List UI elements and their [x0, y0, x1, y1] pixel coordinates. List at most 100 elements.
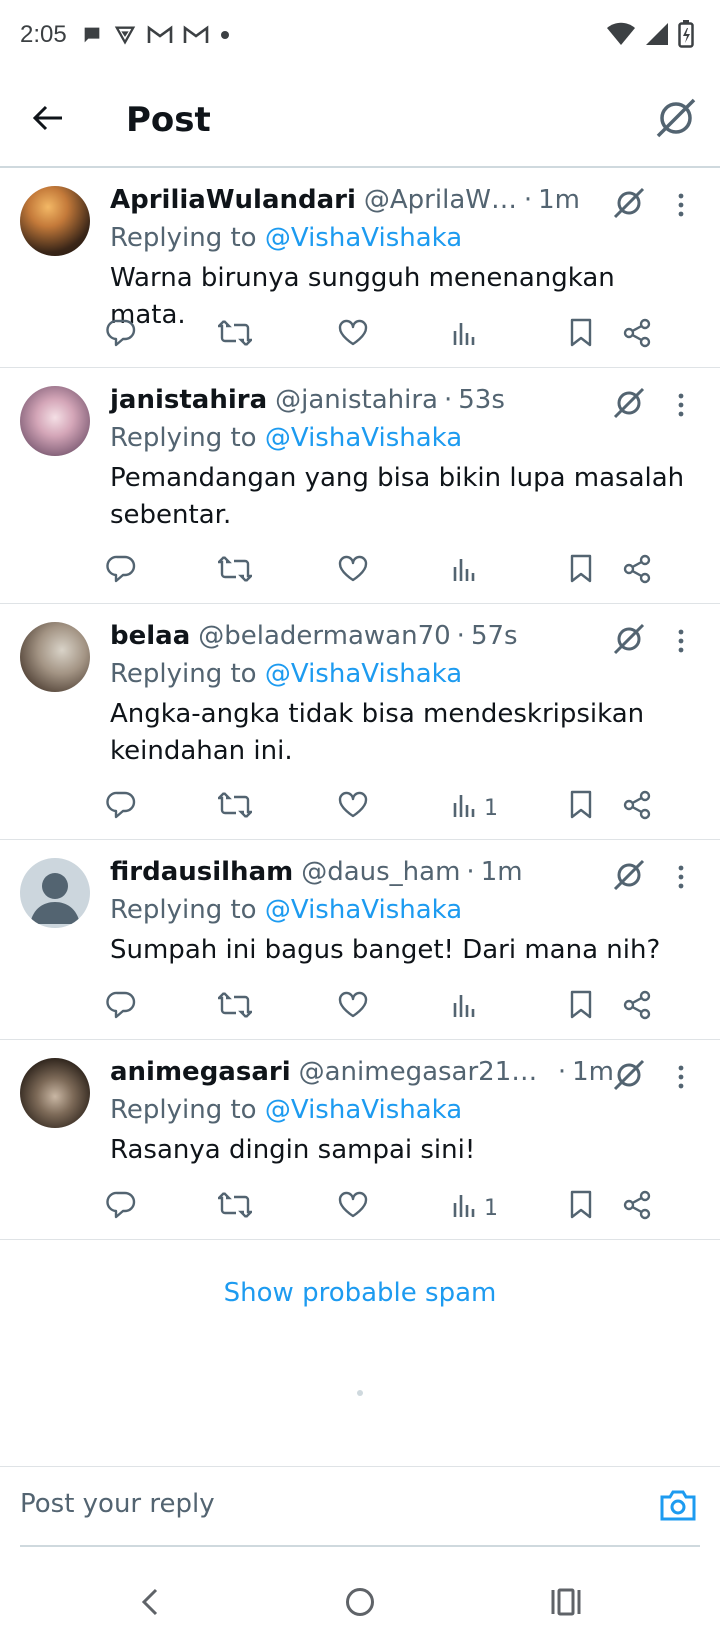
repost-button[interactable]	[216, 1186, 254, 1230]
views-count: 1	[484, 1195, 498, 1221]
loading-indicator	[357, 1390, 363, 1396]
timestamp[interactable]: 57s	[471, 618, 518, 654]
heart-icon	[338, 555, 368, 589]
bookmark-button[interactable]	[568, 1186, 594, 1230]
reply-item[interactable]: ApriliaWulandari@AprilaWlnd...·1mReplyin…	[0, 168, 720, 368]
user-handle[interactable]: @janistahira	[275, 382, 438, 418]
reply-button[interactable]	[106, 786, 136, 830]
camera-button[interactable]	[658, 1485, 698, 1525]
repost-button[interactable]	[216, 986, 254, 1030]
nav-recents-button[interactable]	[544, 1580, 588, 1624]
avatar[interactable]	[20, 386, 90, 456]
repost-button[interactable]	[216, 786, 254, 830]
grok-icon[interactable]	[612, 858, 646, 892]
timestamp[interactable]: 53s	[458, 382, 505, 418]
like-button[interactable]	[338, 786, 368, 830]
reply-icon	[106, 555, 136, 589]
reply-actions	[106, 986, 700, 1030]
replying-to-mention[interactable]: @VishaVishaka	[265, 895, 462, 925]
user-handle[interactable]: @animegasar21158	[299, 1054, 552, 1090]
like-button[interactable]	[338, 550, 368, 594]
bookmark-icon	[568, 1190, 594, 1226]
nav-back-icon	[141, 1588, 158, 1616]
replying-to-mention[interactable]: @VishaVishaka	[265, 423, 462, 453]
display-name[interactable]: belaa	[110, 618, 190, 654]
share-icon	[622, 990, 652, 1026]
like-button[interactable]	[338, 986, 368, 1030]
display-name[interactable]: firdausilham	[110, 854, 293, 890]
user-handle[interactable]: @beladermawan70	[198, 618, 450, 654]
repost-icon	[216, 555, 254, 589]
timestamp[interactable]: 1m	[572, 1054, 614, 1090]
bookmark-button[interactable]	[568, 786, 594, 830]
more-options-icon[interactable]	[666, 860, 696, 894]
like-button[interactable]	[338, 1186, 368, 1230]
more-options-icon[interactable]	[666, 1060, 696, 1094]
reply-body: belaa @beladermawan70 · 57s Replying to @Vis…	[110, 618, 700, 770]
reply-button[interactable]	[106, 314, 136, 358]
replying-to-mention[interactable]: @VishaVishaka	[265, 1095, 462, 1125]
analytics-icon	[452, 791, 478, 825]
bookmark-icon	[568, 790, 594, 826]
bookmark-icon	[568, 990, 594, 1026]
views-button[interactable]	[452, 986, 484, 1030]
display-name[interactable]: ApriliaWulandari	[110, 182, 356, 218]
reply-icon	[106, 991, 136, 1025]
back-button[interactable]	[28, 98, 68, 138]
reply-button[interactable]	[106, 986, 136, 1030]
share-button[interactable]	[622, 1186, 652, 1230]
reply-item[interactable]: belaa @beladermawan70 · 57s Replying to @Vis…	[0, 604, 720, 840]
like-button[interactable]	[338, 314, 368, 358]
notification-icons	[81, 24, 231, 46]
grok-icon[interactable]	[612, 186, 646, 220]
nav-back-button[interactable]	[128, 1580, 172, 1624]
avatar[interactable]	[20, 858, 90, 928]
views-button[interactable]	[452, 550, 484, 594]
bookmark-button[interactable]	[568, 986, 594, 1030]
avatar[interactable]	[20, 186, 90, 256]
views-button[interactable]	[452, 314, 484, 358]
grok-icon[interactable]	[612, 622, 646, 656]
reply-item[interactable]: firdausilham @daus_ham · 1m Replying to @Vis…	[0, 840, 720, 1040]
display-name[interactable]: janistahira	[110, 382, 267, 418]
reply-item[interactable]: janistahira @janistahira · 53s Replying to @…	[0, 368, 720, 604]
grok-button[interactable]	[654, 96, 698, 140]
reply-body: janistahira @janistahira · 53s Replying to @…	[110, 382, 700, 534]
reply-composer: Post your reply	[0, 1466, 720, 1548]
reply-input[interactable]: Post your reply	[20, 1489, 215, 1519]
heart-icon	[338, 991, 368, 1025]
reply-button[interactable]	[106, 550, 136, 594]
repost-button[interactable]	[216, 314, 254, 358]
views-button[interactable]: 1	[452, 1186, 498, 1230]
analytics-icon	[452, 991, 478, 1025]
separator-dot: ·	[523, 185, 533, 215]
user-handle[interactable]: @daus_ham	[301, 854, 460, 890]
timestamp[interactable]: 1m	[481, 854, 523, 890]
reply-button[interactable]	[106, 1186, 136, 1230]
reply-item[interactable]: animegasari @animegasar21158 · 1m Replying t…	[0, 1040, 720, 1240]
share-button[interactable]	[622, 550, 652, 594]
avatar[interactable]	[20, 1058, 90, 1128]
user-handle[interactable]: @AprilaWlnd...	[364, 182, 518, 218]
grok-icon[interactable]	[612, 1058, 646, 1092]
replying-to-mention[interactable]: @VishaVishaka	[265, 659, 462, 689]
timestamp[interactable]: 1m	[538, 182, 580, 218]
more-options-icon[interactable]	[666, 188, 696, 222]
bookmark-button[interactable]	[568, 550, 594, 594]
views-button[interactable]: 1	[452, 786, 498, 830]
share-button[interactable]	[622, 986, 652, 1030]
display-name[interactable]: animegasari	[110, 1054, 291, 1090]
nav-home-button[interactable]	[338, 1580, 382, 1624]
replying-to-mention[interactable]: @VishaVishaka	[265, 223, 462, 253]
bookmark-button[interactable]	[568, 314, 594, 358]
avatar[interactable]	[20, 622, 90, 692]
gmail-icon	[183, 25, 209, 45]
share-button[interactable]	[622, 786, 652, 830]
gmail-icon	[147, 25, 173, 45]
grok-icon[interactable]	[612, 386, 646, 420]
more-options-icon[interactable]	[666, 388, 696, 422]
share-button[interactable]	[622, 314, 652, 358]
more-options-icon[interactable]	[666, 624, 696, 658]
show-probable-spam-link[interactable]: Show probable spam	[0, 1278, 720, 1308]
repost-button[interactable]	[216, 550, 254, 594]
